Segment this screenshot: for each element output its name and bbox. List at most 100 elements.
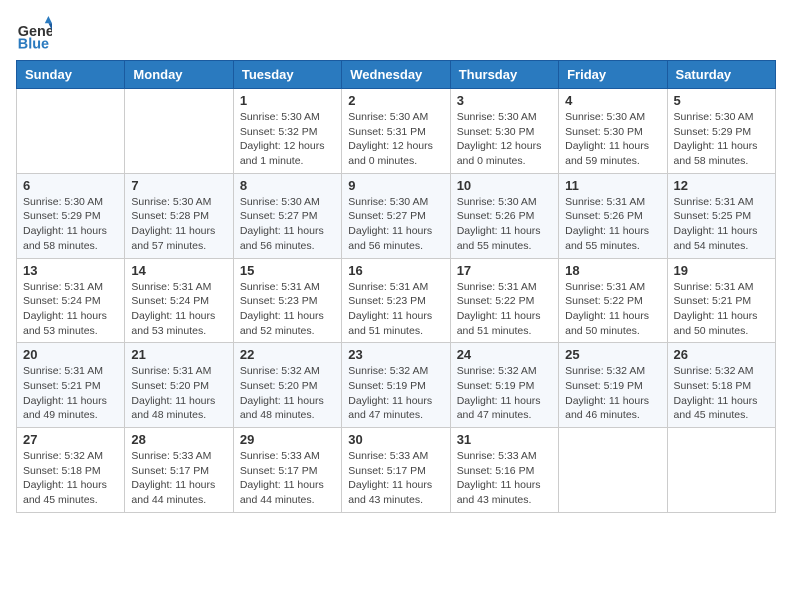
calendar-day-cell: 8 Sunrise: 5:30 AM Sunset: 5:27 PM Daylig…: [233, 173, 341, 258]
day-info: Sunrise: 5:32 AM Sunset: 5:19 PM Dayligh…: [565, 364, 660, 423]
calendar-day-cell: 11 Sunrise: 5:31 AM Sunset: 5:26 PM Dayli…: [559, 173, 667, 258]
day-info: Sunrise: 5:30 AM Sunset: 5:27 PM Dayligh…: [240, 195, 335, 254]
calendar-day-cell: 27Sunrise: 5:32 AM Sunset: 5:18 PM Dayli…: [17, 428, 125, 513]
day-number: 22: [240, 347, 335, 362]
day-number: 23: [348, 347, 443, 362]
calendar-week-row: 27Sunrise: 5:32 AM Sunset: 5:18 PM Dayli…: [17, 428, 776, 513]
day-info: Sunrise: 5:33 AM Sunset: 5:17 PM Dayligh…: [131, 449, 226, 508]
day-info: Sunrise: 5:31 AM Sunset: 5:21 PM Dayligh…: [674, 280, 769, 339]
weekday-header-cell: Thursday: [450, 61, 558, 89]
weekday-header-cell: Friday: [559, 61, 667, 89]
day-info: Sunrise: 5:31 AM Sunset: 5:23 PM Dayligh…: [240, 280, 335, 339]
day-number: 17: [457, 263, 552, 278]
calendar-day-cell: 3Sunrise: 5:30 AM Sunset: 5:30 PM Daylig…: [450, 89, 558, 174]
calendar-week-row: 20 Sunrise: 5:31 AM Sunset: 5:21 PM Dayli…: [17, 343, 776, 428]
day-number: 15: [240, 263, 335, 278]
day-number: 16: [348, 263, 443, 278]
day-info: Sunrise: 5:30 AM Sunset: 5:31 PM Dayligh…: [348, 110, 443, 169]
day-info: Sunrise: 5:32 AM Sunset: 5:19 PM Dayligh…: [348, 364, 443, 423]
day-number: 9: [348, 178, 443, 193]
day-info: Sunrise: 5:30 AM Sunset: 5:30 PM Dayligh…: [457, 110, 552, 169]
day-number: 13: [23, 263, 118, 278]
calendar-day-cell: 28 Sunrise: 5:33 AM Sunset: 5:17 PM Dayli…: [125, 428, 233, 513]
calendar-body: 1Sunrise: 5:30 AM Sunset: 5:32 PM Daylig…: [17, 89, 776, 513]
weekday-header-row: SundayMondayTuesdayWednesdayThursdayFrid…: [17, 61, 776, 89]
calendar-day-cell: 4Sunrise: 5:30 AM Sunset: 5:30 PM Daylig…: [559, 89, 667, 174]
day-info: Sunrise: 5:32 AM Sunset: 5:18 PM Dayligh…: [674, 364, 769, 423]
calendar-day-cell: 10 Sunrise: 5:30 AM Sunset: 5:26 PM Dayli…: [450, 173, 558, 258]
day-info: Sunrise: 5:33 AM Sunset: 5:17 PM Dayligh…: [240, 449, 335, 508]
calendar-day-cell: [17, 89, 125, 174]
calendar-day-cell: 13 Sunrise: 5:31 AM Sunset: 5:24 PM Dayli…: [17, 258, 125, 343]
calendar-day-cell: 7Sunrise: 5:30 AM Sunset: 5:28 PM Daylig…: [125, 173, 233, 258]
weekday-header-cell: Monday: [125, 61, 233, 89]
day-number: 8: [240, 178, 335, 193]
day-info: Sunrise: 5:33 AM Sunset: 5:16 PM Dayligh…: [457, 449, 552, 508]
day-info: Sunrise: 5:31 AM Sunset: 5:24 PM Dayligh…: [23, 280, 118, 339]
calendar-day-cell: 1Sunrise: 5:30 AM Sunset: 5:32 PM Daylig…: [233, 89, 341, 174]
day-info: Sunrise: 5:32 AM Sunset: 5:20 PM Dayligh…: [240, 364, 335, 423]
calendar-day-cell: [125, 89, 233, 174]
calendar-day-cell: 31 Sunrise: 5:33 AM Sunset: 5:16 PM Dayli…: [450, 428, 558, 513]
day-number: 18: [565, 263, 660, 278]
day-number: 31: [457, 432, 552, 447]
day-info: Sunrise: 5:31 AM Sunset: 5:22 PM Dayligh…: [565, 280, 660, 339]
svg-text:Blue: Blue: [18, 36, 49, 52]
day-number: 20: [23, 347, 118, 362]
logo-icon: General Blue: [16, 16, 52, 52]
day-number: 1: [240, 93, 335, 108]
calendar-day-cell: [559, 428, 667, 513]
calendar-day-cell: 25 Sunrise: 5:32 AM Sunset: 5:19 PM Dayli…: [559, 343, 667, 428]
day-info: Sunrise: 5:32 AM Sunset: 5:18 PM Dayligh…: [23, 449, 118, 508]
day-info: Sunrise: 5:30 AM Sunset: 5:26 PM Dayligh…: [457, 195, 552, 254]
day-info: Sunrise: 5:31 AM Sunset: 5:22 PM Dayligh…: [457, 280, 552, 339]
weekday-header-cell: Tuesday: [233, 61, 341, 89]
day-info: Sunrise: 5:31 AM Sunset: 5:23 PM Dayligh…: [348, 280, 443, 339]
day-number: 6: [23, 178, 118, 193]
calendar-week-row: 13 Sunrise: 5:31 AM Sunset: 5:24 PM Dayli…: [17, 258, 776, 343]
day-info: Sunrise: 5:30 AM Sunset: 5:29 PM Dayligh…: [674, 110, 769, 169]
day-number: 11: [565, 178, 660, 193]
calendar-day-cell: 21 Sunrise: 5:31 AM Sunset: 5:20 PM Dayli…: [125, 343, 233, 428]
day-number: 26: [674, 347, 769, 362]
calendar-day-cell: [667, 428, 775, 513]
weekday-header-cell: Wednesday: [342, 61, 450, 89]
calendar-day-cell: 22 Sunrise: 5:32 AM Sunset: 5:20 PM Dayli…: [233, 343, 341, 428]
day-info: Sunrise: 5:31 AM Sunset: 5:21 PM Dayligh…: [23, 364, 118, 423]
day-info: Sunrise: 5:30 AM Sunset: 5:30 PM Dayligh…: [565, 110, 660, 169]
calendar-day-cell: 26 Sunrise: 5:32 AM Sunset: 5:18 PM Dayli…: [667, 343, 775, 428]
day-number: 14: [131, 263, 226, 278]
day-number: 21: [131, 347, 226, 362]
day-info: Sunrise: 5:30 AM Sunset: 5:28 PM Dayligh…: [131, 195, 226, 254]
calendar-day-cell: 17 Sunrise: 5:31 AM Sunset: 5:22 PM Dayli…: [450, 258, 558, 343]
day-info: Sunrise: 5:33 AM Sunset: 5:17 PM Dayligh…: [348, 449, 443, 508]
logo: General Blue: [16, 16, 52, 52]
calendar-day-cell: 30 Sunrise: 5:33 AM Sunset: 5:17 PM Dayli…: [342, 428, 450, 513]
day-number: 30: [348, 432, 443, 447]
calendar-week-row: 1Sunrise: 5:30 AM Sunset: 5:32 PM Daylig…: [17, 89, 776, 174]
calendar-day-cell: 16 Sunrise: 5:31 AM Sunset: 5:23 PM Dayli…: [342, 258, 450, 343]
day-info: Sunrise: 5:32 AM Sunset: 5:19 PM Dayligh…: [457, 364, 552, 423]
calendar-week-row: 6Sunrise: 5:30 AM Sunset: 5:29 PM Daylig…: [17, 173, 776, 258]
calendar-day-cell: 14 Sunrise: 5:31 AM Sunset: 5:24 PM Dayli…: [125, 258, 233, 343]
day-number: 5: [674, 93, 769, 108]
day-info: Sunrise: 5:31 AM Sunset: 5:20 PM Dayligh…: [131, 364, 226, 423]
calendar-day-cell: 18 Sunrise: 5:31 AM Sunset: 5:22 PM Dayli…: [559, 258, 667, 343]
day-number: 24: [457, 347, 552, 362]
day-info: Sunrise: 5:31 AM Sunset: 5:24 PM Dayligh…: [131, 280, 226, 339]
day-number: 2: [348, 93, 443, 108]
calendar-day-cell: 24 Sunrise: 5:32 AM Sunset: 5:19 PM Dayli…: [450, 343, 558, 428]
day-number: 28: [131, 432, 226, 447]
day-number: 10: [457, 178, 552, 193]
calendar-day-cell: 6Sunrise: 5:30 AM Sunset: 5:29 PM Daylig…: [17, 173, 125, 258]
day-number: 29: [240, 432, 335, 447]
day-info: Sunrise: 5:31 AM Sunset: 5:26 PM Dayligh…: [565, 195, 660, 254]
calendar-table: SundayMondayTuesdayWednesdayThursdayFrid…: [16, 60, 776, 513]
calendar-day-cell: 20 Sunrise: 5:31 AM Sunset: 5:21 PM Dayli…: [17, 343, 125, 428]
calendar-day-cell: 5 Sunrise: 5:30 AM Sunset: 5:29 PM Daylig…: [667, 89, 775, 174]
day-info: Sunrise: 5:31 AM Sunset: 5:25 PM Dayligh…: [674, 195, 769, 254]
calendar-day-cell: 29 Sunrise: 5:33 AM Sunset: 5:17 PM Dayli…: [233, 428, 341, 513]
day-number: 25: [565, 347, 660, 362]
page-header: General Blue: [16, 16, 776, 52]
day-info: Sunrise: 5:30 AM Sunset: 5:27 PM Dayligh…: [348, 195, 443, 254]
